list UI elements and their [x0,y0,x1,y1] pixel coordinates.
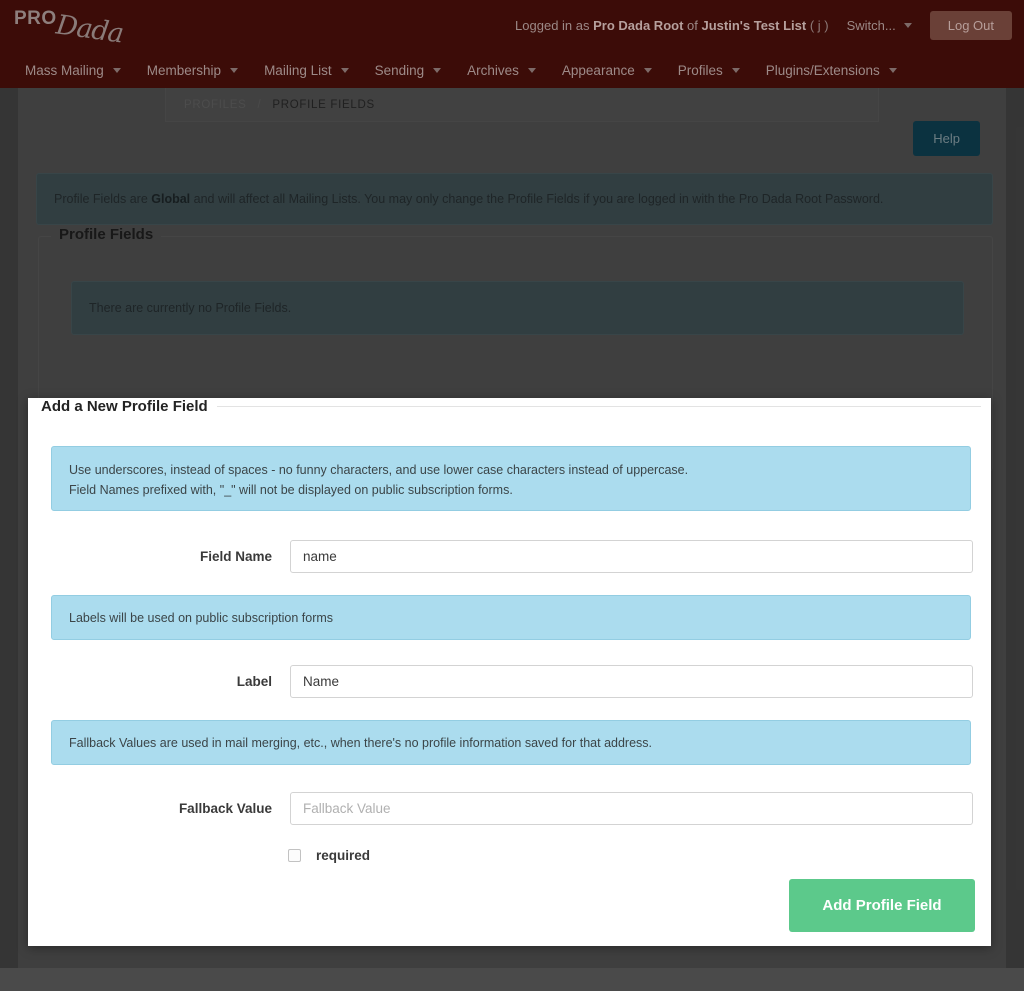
field-name-info-box: Use underscores, instead of spaces - no … [51,446,971,511]
label-field-label: Label [236,674,272,689]
user-bar: Logged in as Pro Dada Root of Justin's T… [515,10,1012,40]
top-navigation-bar: PRO Dada Logged in as Pro Dada Root of J… [0,0,1024,88]
fallback-info-box: Fallback Values are used in mail merging… [51,720,971,765]
global-notice-text: Profile Fields are Global and will affec… [54,192,883,206]
logout-button[interactable]: Log Out [929,10,1012,40]
global-notice-part2: and will affect all Mailing Lists. You m… [190,192,884,206]
global-notice-banner: Profile Fields are Global and will affec… [36,173,993,225]
page-root: PRO Dada Logged in as Pro Dada Root of J… [0,0,1024,991]
chevron-down-icon [903,22,912,28]
logged-in-status: Logged in as Pro Dada Root of Justin's T… [515,18,829,33]
chevron-down-icon [112,67,121,73]
chevron-down-icon [230,67,239,73]
logged-in-listname: Justin's Test List [701,17,807,33]
logged-in-middle: of [683,17,702,33]
required-checkbox-label: required [316,848,371,863]
chevron-down-icon [731,67,740,73]
label-info-text: Labels will be used on public subscripti… [69,610,334,625]
breadcrumb-profile-fields: PROFILE FIELDS [272,98,375,111]
switch-list-dropdown[interactable]: Switch... [847,18,912,33]
breadcrumb-separator: / [257,98,262,111]
menu-item-membership[interactable]: Membership [136,57,249,84]
chevron-down-icon [433,67,442,73]
global-notice-bold: Global [151,192,191,206]
label-row: Label [45,665,973,698]
label-info-box: Labels will be used on public subscripti… [51,595,971,640]
field-name-label: Field Name [199,549,272,564]
fallback-value-row: Fallback Value [45,792,973,825]
fallback-info-text: Fallback Values are used in mail merging… [69,735,653,750]
label-input[interactable] [290,665,973,698]
field-name-input[interactable] [290,540,973,573]
switch-list-label: Switch... [846,17,896,33]
menu-item-archives[interactable]: Archives [456,57,547,84]
menu-item-mass-mailing[interactable]: Mass Mailing [14,57,132,84]
menu-item-label: Profiles [677,62,723,78]
main-menu-bar: Mass Mailing Membership Mailing List Sen… [0,52,1024,88]
breadcrumb-profiles[interactable]: PROFILES [184,99,246,111]
logo-dada-text: Dada [54,9,125,50]
profile-fields-empty-state: There are currently no Profile Fields. [71,281,964,335]
logged-in-listcode: ( j ) [806,17,829,33]
menu-item-profiles[interactable]: Profiles [667,57,751,84]
required-checkbox-row: required [288,848,370,863]
app-logo[interactable]: PRO Dada [14,6,125,52]
profile-fields-title: Profile Fields [51,226,162,243]
chevron-down-icon [340,67,349,73]
menu-item-mailing-list[interactable]: Mailing List [253,57,360,84]
menu-item-appearance[interactable]: Appearance [551,57,663,84]
required-checkbox[interactable] [288,849,301,862]
logged-in-prefix: Logged in as [515,17,594,33]
add-profile-field-button[interactable]: Add Profile Field [789,879,975,932]
menu-item-label: Mailing List [264,62,332,78]
help-button[interactable]: Help [913,121,980,156]
bottom-strip [0,968,1024,991]
field-name-info-line2: Field Names prefixed with, "_" will not … [69,483,513,497]
add-profile-field-modal: Use underscores, instead of spaces - no … [28,398,991,946]
chevron-down-icon [888,67,897,73]
fallback-value-input[interactable] [290,792,973,825]
field-name-row: Field Name [45,540,973,573]
chevron-down-icon [527,67,536,73]
fallback-value-label: Fallback Value [178,801,272,816]
menu-item-label: Sending [374,62,425,78]
menu-item-label: Appearance [561,62,635,78]
logo-pro-text: PRO [14,8,57,29]
modal-title: Add a New Profile Field [32,398,217,415]
logged-in-username: Pro Dada Root [593,17,684,33]
chevron-down-icon [643,67,652,73]
empty-state-text: There are currently no Profile Fields. [89,301,292,315]
menu-item-label: Mass Mailing [25,62,104,78]
menu-item-label: Plugins/Extensions [765,62,880,78]
global-notice-part1: Profile Fields are [54,192,152,206]
menu-item-label: Archives [467,62,519,78]
menu-item-sending[interactable]: Sending [364,57,453,84]
menu-item-plugins-extensions[interactable]: Plugins/Extensions [755,57,908,84]
menu-item-label: Membership [146,62,222,78]
field-name-info-line1: Use underscores, instead of spaces - no … [69,463,689,477]
breadcrumb: PROFILES / PROFILE FIELDS [165,88,879,122]
